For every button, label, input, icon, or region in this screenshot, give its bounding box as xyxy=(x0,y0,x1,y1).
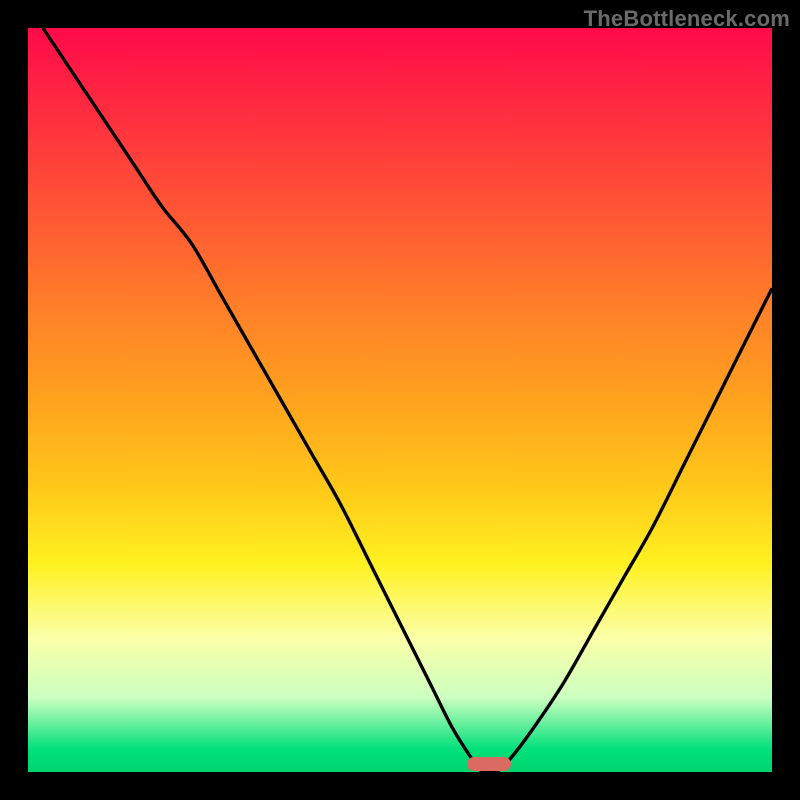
watermark-text: TheBottleneck.com xyxy=(584,6,790,32)
chart-frame: TheBottleneck.com xyxy=(0,0,800,800)
optimal-marker xyxy=(467,757,511,771)
plot-area xyxy=(28,28,772,772)
bottleneck-curve xyxy=(28,28,772,772)
